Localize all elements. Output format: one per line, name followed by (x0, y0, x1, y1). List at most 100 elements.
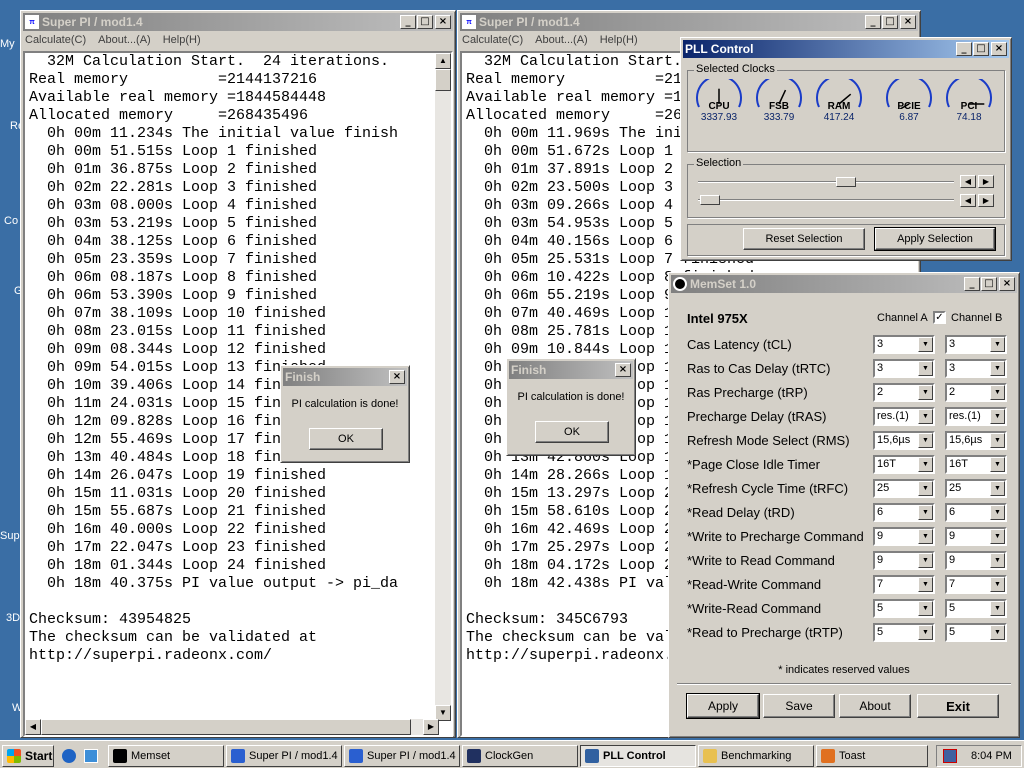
taskbar-item-clockgen[interactable]: ClockGen (462, 745, 578, 767)
maximize-icon[interactable]: □ (981, 277, 997, 291)
ok-button[interactable]: OK (309, 428, 383, 450)
chevron-down-icon[interactable]: ▼ (990, 361, 1005, 376)
minimize-icon[interactable]: _ (956, 42, 972, 56)
timing-select-channel-b[interactable]: 9 ▼ (945, 551, 1007, 570)
close-icon[interactable]: × (615, 363, 631, 377)
scroll-up-icon[interactable]: ▲ (435, 53, 451, 69)
scroll-left-icon[interactable]: ◀ (25, 719, 41, 735)
minimize-icon[interactable]: _ (964, 277, 980, 291)
minimize-icon[interactable]: _ (865, 15, 881, 29)
timing-select-channel-a[interactable]: 5 ▼ (873, 623, 935, 642)
timing-select-channel-a[interactable]: 9 ▼ (873, 527, 935, 546)
chevron-down-icon[interactable]: ▼ (918, 505, 933, 520)
timing-select-channel-b[interactable]: 5 ▼ (945, 599, 1007, 618)
timing-select-channel-a[interactable]: 7 ▼ (873, 575, 935, 594)
close-icon[interactable]: × (435, 15, 451, 29)
about-button[interactable]: About (839, 694, 911, 718)
timing-select-channel-b[interactable]: 25 ▼ (945, 479, 1007, 498)
chevron-down-icon[interactable]: ▼ (918, 385, 933, 400)
titlebar[interactable]: MemSet 1.0 _ □ × (671, 275, 1017, 293)
taskbar-item-super-pi-mod1-4[interactable]: Super PI / mod1.4 (226, 745, 342, 767)
menu-help[interactable]: Help(H) (163, 34, 201, 46)
close-icon[interactable]: × (389, 370, 405, 384)
chevron-down-icon[interactable]: ▼ (990, 337, 1005, 352)
chevron-down-icon[interactable]: ▼ (918, 361, 933, 376)
horizontal-scrollbar[interactable]: ◀ ▶ (25, 719, 439, 735)
step-right-icon[interactable]: ▶ (978, 194, 994, 207)
chevron-down-icon[interactable]: ▼ (990, 385, 1005, 400)
slider-thumb[interactable] (836, 177, 856, 187)
desktop-label[interactable]: Co (4, 215, 18, 227)
step-left-icon[interactable]: ◀ (960, 194, 976, 207)
timing-select-channel-b[interactable]: 9 ▼ (945, 527, 1007, 546)
taskbar-item-memset[interactable]: Memset (108, 745, 224, 767)
apply-selection-button[interactable]: Apply Selection (874, 227, 996, 251)
chevron-down-icon[interactable]: ▼ (918, 457, 933, 472)
chevron-down-icon[interactable]: ▼ (990, 409, 1005, 424)
taskbar-item-super-pi-mod1-4[interactable]: Super PI / mod1.4 (344, 745, 460, 767)
timing-select-channel-b[interactable]: 16T ▼ (945, 455, 1007, 474)
slider-track[interactable] (698, 199, 954, 201)
maximize-icon[interactable]: □ (882, 15, 898, 29)
chevron-down-icon[interactable]: ▼ (918, 409, 933, 424)
chevron-down-icon[interactable]: ▼ (918, 433, 933, 448)
chevron-down-icon[interactable]: ▼ (990, 577, 1005, 592)
chevron-down-icon[interactable]: ▼ (990, 529, 1005, 544)
step-right-icon[interactable]: ▶ (978, 175, 994, 188)
apply-button[interactable]: Apply (686, 693, 760, 719)
menu-about[interactable]: About...(A) (98, 34, 151, 46)
chevron-down-icon[interactable]: ▼ (990, 601, 1005, 616)
scroll-right-icon[interactable]: ▶ (423, 719, 439, 735)
timing-select-channel-a[interactable]: 2 ▼ (873, 383, 935, 402)
menu-about[interactable]: About...(A) (535, 34, 588, 46)
chevron-down-icon[interactable]: ▼ (918, 577, 933, 592)
timing-select-channel-b[interactable]: 6 ▼ (945, 503, 1007, 522)
chevron-down-icon[interactable]: ▼ (918, 529, 933, 544)
timing-select-channel-a[interactable]: 9 ▼ (873, 551, 935, 570)
chevron-down-icon[interactable]: ▼ (918, 601, 933, 616)
chevron-down-icon[interactable]: ▼ (990, 457, 1005, 472)
minimize-icon[interactable]: _ (400, 15, 416, 29)
chevron-down-icon[interactable]: ▼ (990, 625, 1005, 640)
chevron-down-icon[interactable]: ▼ (918, 481, 933, 496)
close-icon[interactable]: × (999, 277, 1015, 291)
vertical-scrollbar[interactable]: ▲ ▼ (435, 53, 451, 721)
timing-select-channel-a[interactable]: 25 ▼ (873, 479, 935, 498)
slider-track[interactable] (698, 181, 954, 183)
scroll-thumb[interactable] (435, 69, 451, 91)
quick-launch-icon[interactable] (84, 749, 98, 763)
timing-select-channel-a[interactable]: 3 ▼ (873, 335, 935, 354)
timing-select-channel-a[interactable]: 6 ▼ (873, 503, 935, 522)
save-button[interactable]: Save (763, 694, 835, 718)
chevron-down-icon[interactable]: ▼ (990, 553, 1005, 568)
scroll-thumb[interactable] (41, 719, 411, 735)
taskbar-item-toast[interactable]: Toast (816, 745, 928, 767)
maximize-icon[interactable]: □ (417, 15, 433, 29)
close-icon[interactable]: × (991, 42, 1007, 56)
chevron-down-icon[interactable]: ▼ (990, 505, 1005, 520)
close-icon[interactable]: × (900, 15, 916, 29)
reset-selection-button[interactable]: Reset Selection (743, 228, 865, 250)
chevron-down-icon[interactable]: ▼ (918, 625, 933, 640)
chevron-down-icon[interactable]: ▼ (990, 433, 1005, 448)
exit-button[interactable]: Exit (917, 694, 999, 718)
timing-select-channel-b[interactable]: 7 ▼ (945, 575, 1007, 594)
network-icon[interactable] (943, 749, 957, 763)
titlebar[interactable]: π Super PI / mod1.4 _ □ × (460, 13, 918, 31)
timing-select-channel-b[interactable]: res.(1) ▼ (945, 407, 1007, 426)
timing-select-channel-b[interactable]: 2 ▼ (945, 383, 1007, 402)
timing-select-channel-b[interactable]: 3 ▼ (945, 335, 1007, 354)
ie-icon[interactable] (62, 749, 76, 763)
menu-calculate[interactable]: Calculate(C) (25, 34, 86, 46)
timing-select-channel-a[interactable]: 16T ▼ (873, 455, 935, 474)
step-left-icon[interactable]: ◀ (960, 175, 976, 188)
chevron-down-icon[interactable]: ▼ (918, 553, 933, 568)
timing-select-channel-b[interactable]: 15,6µs ▼ (945, 431, 1007, 450)
titlebar[interactable]: π Super PI / mod1.4 _ □ × (23, 13, 453, 31)
maximize-icon[interactable]: □ (973, 42, 989, 56)
chevron-down-icon[interactable]: ▼ (918, 337, 933, 352)
timing-select-channel-b[interactable]: 3 ▼ (945, 359, 1007, 378)
channel-b-checkbox[interactable]: ✓ (933, 311, 946, 324)
timing-select-channel-a[interactable]: 5 ▼ (873, 599, 935, 618)
titlebar[interactable]: Finish × (283, 368, 407, 386)
